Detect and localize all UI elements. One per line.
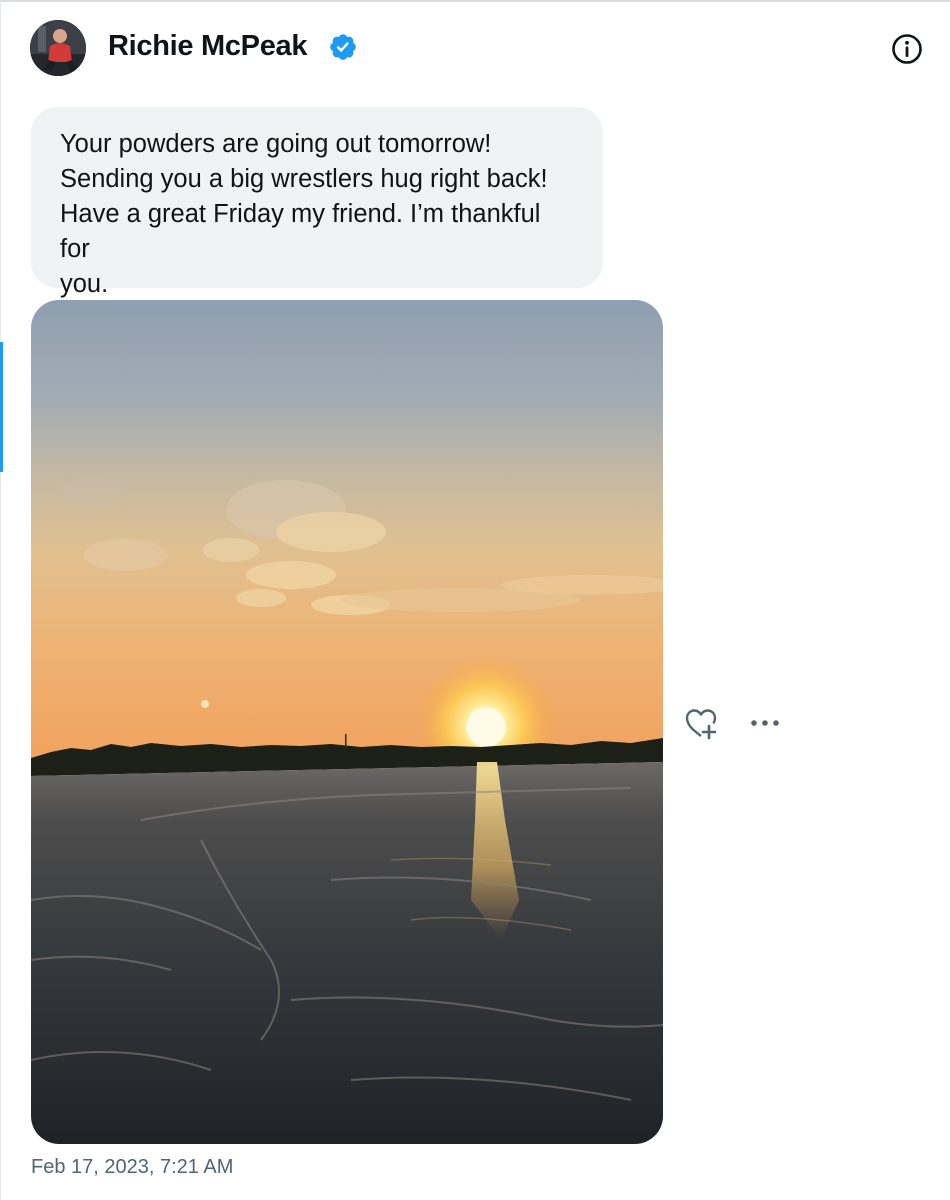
info-icon[interactable] <box>890 32 924 66</box>
contact-name[interactable]: Richie McPeak <box>108 30 308 63</box>
more-horizontal-icon[interactable] <box>748 712 782 734</box>
top-divider <box>0 0 950 2</box>
heart-plus-icon[interactable] <box>684 707 720 741</box>
message-timestamp: Feb 17, 2023, 7:21 AM <box>31 1156 234 1178</box>
message-text: Your powders are going out tomorrow! Sen… <box>60 130 548 298</box>
conversation-header: Richie McPeak <box>30 18 922 78</box>
message-photo[interactable] <box>31 300 663 1144</box>
scroll-indicator <box>0 342 3 472</box>
verified-badge-icon <box>328 32 358 62</box>
message-bubble[interactable]: Your powders are going out tomorrow! Sen… <box>31 107 603 298</box>
avatar[interactable] <box>30 20 86 76</box>
left-divider <box>0 0 1 1200</box>
